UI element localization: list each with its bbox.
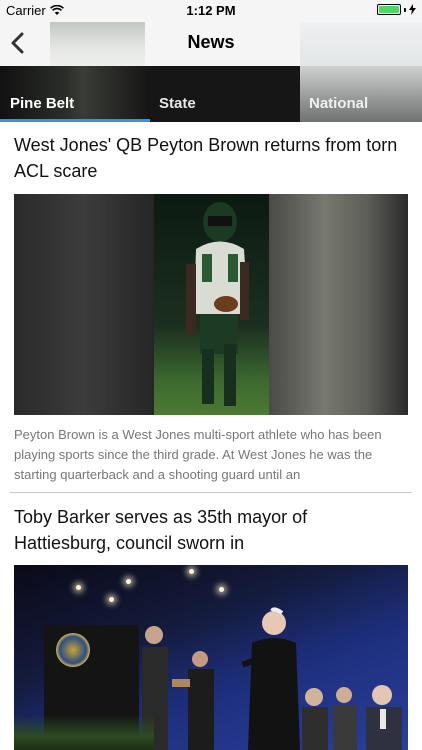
article-headline-link[interactable]: West Jones' QB Peyton Brown returns from… <box>14 132 408 184</box>
article-headline-link[interactable]: Toby Barker serves as 35th mayor of Hatt… <box>14 504 408 556</box>
stage-light <box>76 585 81 590</box>
battery-icon <box>377 4 401 15</box>
article-photo[interactable] <box>14 565 408 750</box>
page-title: News <box>187 32 235 52</box>
stage-light <box>126 579 131 584</box>
ceremony-attendees <box>142 626 214 750</box>
article-divider <box>10 492 412 493</box>
stage-light <box>219 587 224 592</box>
battery-tip <box>404 7 406 12</box>
article-summary: Peyton Brown is a West Jones multi-sport… <box>14 427 382 482</box>
article-photo[interactable] <box>14 194 408 415</box>
football-player-figure <box>186 202 249 406</box>
charging-bolt-icon <box>409 4 416 15</box>
stage-light <box>189 569 194 574</box>
status-time: 1:12 PM <box>186 3 236 18</box>
category-tab-bar: Pine Belt State National <box>0 66 422 122</box>
tab-national[interactable]: National <box>309 66 368 122</box>
photo-blurred-left <box>14 194 154 415</box>
city-seal-icon <box>56 633 90 667</box>
battery-level <box>379 6 399 13</box>
foreground-plants <box>14 715 154 750</box>
tab-pine-belt[interactable]: Pine Belt <box>10 66 74 122</box>
seated-officials <box>302 685 402 750</box>
article-headline: West Jones' QB Peyton Brown returns from… <box>14 135 398 181</box>
status-bar: Carrier 1:12 PM <box>0 0 422 22</box>
stage-light <box>109 597 114 602</box>
judge-figure <box>242 607 300 750</box>
tab-state[interactable]: State <box>159 66 196 122</box>
photo-blurred-right <box>269 194 408 415</box>
article-headline: Toby Barker serves as 35th mayor of Hatt… <box>14 507 308 553</box>
selected-tab-indicator <box>0 119 150 122</box>
